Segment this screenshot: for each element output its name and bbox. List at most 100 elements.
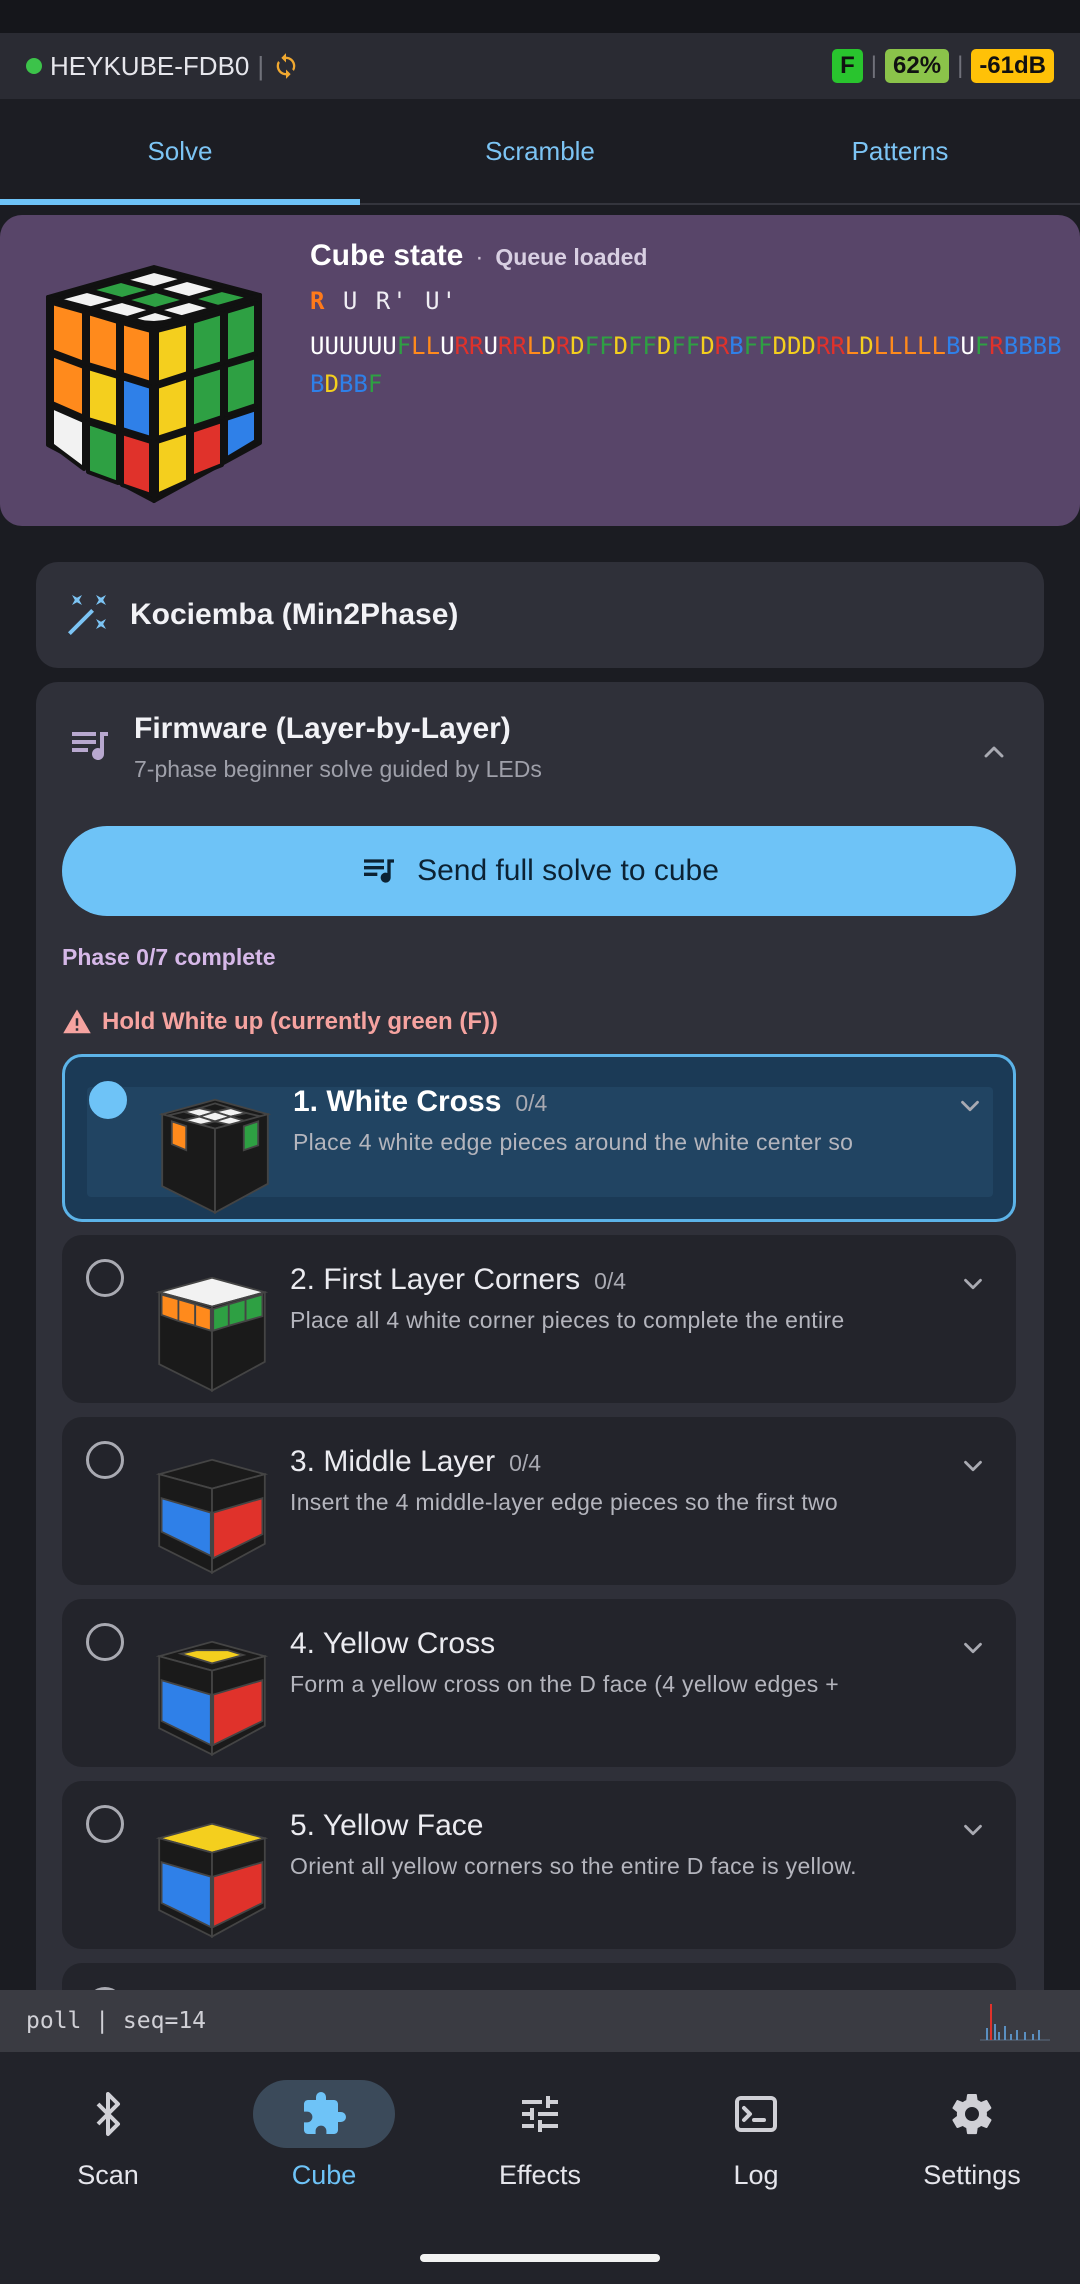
phase-radio[interactable] (86, 1259, 124, 1297)
solver-title: Kociemba (Min2Phase) (130, 598, 459, 631)
nav-label: Effects (498, 2160, 582, 2190)
phase-title-row: 5. Yellow Face (290, 1809, 483, 1843)
sync-icon[interactable] (272, 52, 300, 80)
chevron-down-icon[interactable] (958, 1815, 988, 1845)
solver-kociemba-card[interactable]: Kociemba (Min2Phase) (36, 562, 1044, 668)
bottom-navigation: Scan Cube Effects Log Settings (0, 2052, 1080, 2284)
phase-count: 0/4 (509, 1450, 542, 1476)
activity-sparkline (980, 2004, 1050, 2041)
facelet-char: F (396, 332, 412, 360)
tab-scramble[interactable]: Scramble (360, 99, 720, 203)
facelet-char: B (353, 370, 368, 398)
queue-music-icon (72, 732, 108, 760)
terminal-icon (735, 2096, 777, 2132)
phase-title: 1. White Cross (293, 1085, 502, 1118)
facelet-char: U (338, 332, 354, 360)
facelet-char: L (425, 332, 441, 360)
facelet-char: F (743, 332, 759, 360)
facelet-char: F (584, 332, 600, 360)
facelet-char: L (844, 332, 860, 360)
signal-badge: -61dB (971, 49, 1054, 83)
facelet-char: D (656, 332, 672, 360)
orientation-warning: Hold White up (currently green (F)) (62, 1007, 498, 1037)
firmware-solver-card: Firmware (Layer-by-Layer) 7-phase beginn… (36, 682, 1044, 2131)
chevron-up-icon[interactable] (978, 736, 1010, 768)
facelet-char: F (367, 370, 383, 398)
facelet-char: F (671, 332, 686, 360)
chevron-down-icon[interactable] (958, 1451, 988, 1481)
facelet-char: L (902, 332, 918, 360)
facelet-char: B (729, 332, 744, 360)
phase-radio[interactable] (89, 1081, 127, 1119)
facelet-char: L (931, 332, 946, 360)
facelet-char: R (989, 332, 1004, 360)
phase-progress: Phase 0/7 complete (62, 944, 276, 970)
cube-thumbnail-middle-layer (155, 1458, 269, 1575)
facelet-char: U (310, 332, 325, 360)
phase-title: 4. Yellow Cross (290, 1627, 496, 1660)
tab-bar: Solve Scramble Patterns (0, 99, 1080, 205)
phase-description: Insert the 4 middle-layer edge pieces so… (290, 1489, 839, 1515)
phase-radio[interactable] (86, 1623, 124, 1661)
move-queue: R U R' U' (310, 287, 458, 315)
phase-title: 5. Yellow Face (290, 1809, 484, 1842)
facelet-char: L (888, 332, 903, 360)
facelet-char: F (758, 332, 773, 360)
facelet-char: B (945, 332, 961, 360)
nav-effects[interactable]: Effects (432, 2080, 648, 2191)
facelet-char: B (1003, 332, 1019, 360)
send-solve-button[interactable]: Send full solve to cube (62, 826, 1016, 916)
phase-item-middle-layer[interactable]: 3. Middle Layer 0/4 Insert the 4 middle-… (62, 1417, 1016, 1585)
cube-thumbnail-white-cross (158, 1098, 272, 1215)
debug-console-bar: poll | seq=14 (0, 1990, 1080, 2052)
current-move: R (310, 287, 327, 315)
chevron-down-icon[interactable] (958, 1633, 988, 1663)
facelet-char: R (555, 332, 571, 360)
nav-label: Log (733, 2160, 779, 2190)
cube-3d-image (46, 265, 262, 503)
chevron-down-icon[interactable] (958, 1269, 988, 1299)
tab-patterns[interactable]: Patterns (720, 99, 1080, 203)
nav-cube[interactable]: Cube (216, 2080, 432, 2191)
remaining-moves: U R' U' (326, 287, 459, 315)
phase-count: 0/4 (594, 1268, 627, 1294)
facelet-char: D (801, 332, 816, 360)
facelet-char: D (613, 332, 628, 360)
phase-description: Place all 4 white corner pieces to compl… (290, 1307, 845, 1333)
nav-scan[interactable]: Scan (0, 2080, 216, 2191)
facelet-char: F (974, 332, 990, 360)
facelet-char: D (700, 332, 715, 360)
facelet-char: D (541, 332, 556, 360)
phase-radio[interactable] (86, 1805, 124, 1843)
facelet-char: B (1018, 332, 1033, 360)
phase-item-yellow-cross[interactable]: 4. Yellow Cross Form a yellow cross on t… (62, 1599, 1016, 1767)
system-status-bar (0, 0, 1080, 33)
status-badges: F | 62% | -61dB (832, 49, 1054, 83)
separator-dot: · (475, 244, 484, 271)
nav-settings[interactable]: Settings (864, 2080, 1080, 2191)
nav-cube-pill (253, 2080, 395, 2148)
facelet-char: R (815, 332, 831, 360)
nav-settings-pill (901, 2080, 1043, 2148)
phase-radio[interactable] (86, 1441, 124, 1479)
firmware-subtitle: 7-phase beginner solve guided by LEDs (134, 756, 542, 782)
nav-label: Scan (77, 2160, 139, 2190)
phase-item-yellow-face[interactable]: 5. Yellow Face Orient all yellow corners… (62, 1781, 1016, 1949)
phase-title-row: 1. White Cross 0/4 (293, 1085, 547, 1119)
facelet-char: R (454, 332, 469, 360)
magic-wand-icon (68, 595, 106, 635)
phase-item-first-layer-corners[interactable]: 2. First Layer Corners 0/4 Place all 4 w… (62, 1235, 1016, 1403)
nav-scan-pill (37, 2080, 179, 2148)
chevron-down-icon[interactable] (955, 1091, 985, 1121)
phase-title-row: 3. Middle Layer 0/4 (290, 1445, 541, 1479)
queue-status: Queue loaded (495, 244, 648, 270)
nav-log[interactable]: Log (648, 2080, 864, 2191)
facelet-char: D (859, 332, 874, 360)
tab-solve[interactable]: Solve (0, 99, 360, 205)
phase-title: 3. Middle Layer (290, 1445, 496, 1478)
phase-title: 2. First Layer Corners (290, 1263, 581, 1296)
facelet-char: D (570, 332, 585, 360)
facelet-char: B (310, 370, 325, 398)
firmware-title: Firmware (Layer-by-Layer) (134, 712, 511, 745)
phase-item-white-cross[interactable]: 1. White Cross 0/4 Place 4 white edge pi… (62, 1054, 1016, 1222)
